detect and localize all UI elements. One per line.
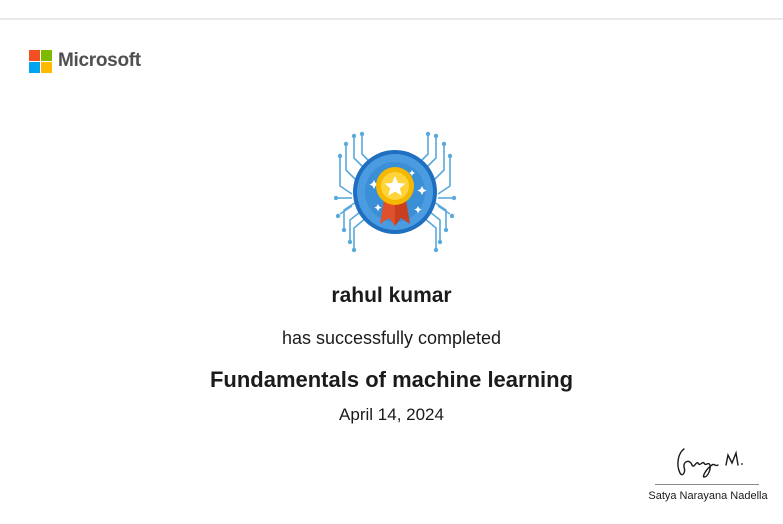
microsoft-logo-icon	[29, 49, 52, 73]
microsoft-logo: Microsoft	[29, 49, 141, 73]
signature-line	[655, 484, 759, 485]
signer-name: Satya Narayana Nadella	[648, 490, 768, 502]
certificate: Microsoft rahul kumar has successfully c…	[0, 0, 783, 524]
recipient-name: rahul kumar	[331, 284, 452, 307]
top-divider	[0, 18, 783, 20]
handwritten-signature	[677, 448, 743, 478]
completion-statement: has successfully completed	[281, 328, 502, 348]
course-title: Fundamentals of machine learning	[209, 367, 574, 392]
brand-name: Microsoft	[58, 50, 141, 71]
completion-date: April 14, 2024	[339, 405, 444, 424]
achievement-medal-icon	[334, 131, 456, 253]
